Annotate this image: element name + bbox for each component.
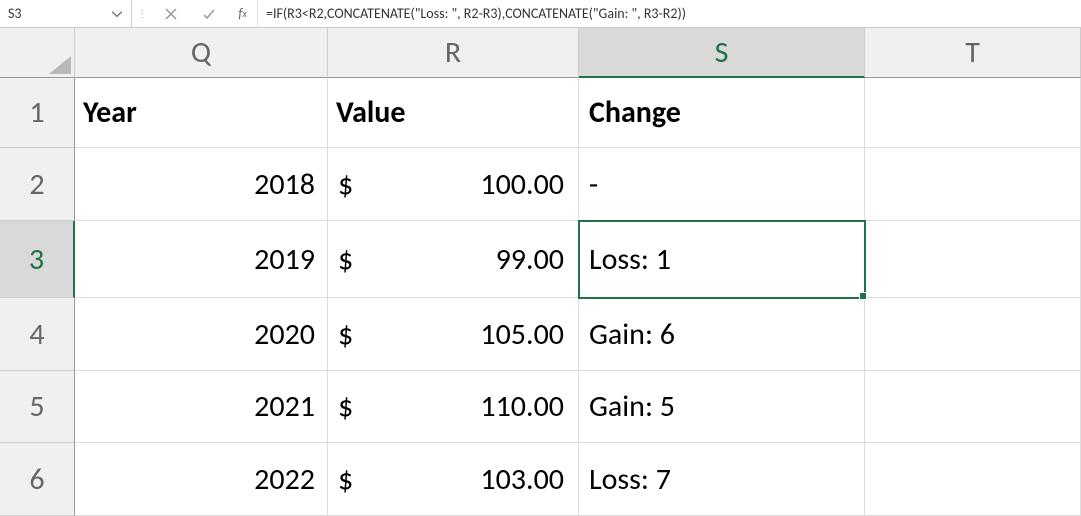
cell-R1[interactable]: Value: [328, 78, 579, 148]
cell-S3[interactable]: Loss: 1: [579, 221, 865, 298]
formula-input[interactable]: =IF(R3<R2,CONCATENATE("Loss: ", R2-R3),C…: [266, 0, 1081, 27]
value-amount: 100.00: [480, 166, 570, 203]
cell-T4[interactable]: [865, 298, 1081, 371]
cell-S6[interactable]: Loss: 7: [579, 443, 865, 516]
col-header-Q[interactable]: Q: [75, 28, 328, 78]
cancel-icon[interactable]: [152, 0, 190, 27]
cell-S2[interactable]: -: [579, 148, 865, 221]
cell-R4[interactable]: $ 105.00: [328, 298, 579, 371]
cell-Q5[interactable]: 2021: [75, 371, 328, 443]
value-amount: 105.00: [480, 316, 570, 353]
name-box[interactable]: S3: [0, 0, 132, 27]
name-box-value: S3: [8, 5, 111, 22]
value-amount: 110.00: [480, 388, 570, 425]
chevron-down-icon: [111, 8, 123, 20]
col-header-S[interactable]: S: [579, 28, 865, 78]
row-header-6[interactable]: 6: [0, 443, 75, 516]
row-header-3[interactable]: 3: [0, 221, 75, 298]
cell-S4[interactable]: Gain: 6: [579, 298, 865, 371]
enter-icon[interactable]: [190, 0, 228, 27]
row-header-2[interactable]: 2: [0, 148, 75, 221]
currency-symbol: $: [336, 166, 353, 203]
cell-S1[interactable]: Change: [579, 78, 865, 148]
cell-T3[interactable]: [865, 221, 1081, 298]
cell-R3[interactable]: $ 99.00: [328, 221, 579, 298]
value-amount: 103.00: [480, 461, 570, 498]
row-header-1[interactable]: 1: [0, 78, 75, 148]
row-header-5[interactable]: 5: [0, 371, 75, 443]
cell-S5[interactable]: Gain: 5: [579, 371, 865, 443]
cell-R2[interactable]: $ 100.00: [328, 148, 579, 221]
value-amount: 99.00: [496, 241, 570, 278]
spreadsheet-grid: Q R S T 1 Year Value Change 2 2018 $ 100…: [0, 28, 1081, 516]
cell-Q1[interactable]: Year: [75, 78, 328, 148]
cell-R6[interactable]: $ 103.00: [328, 443, 579, 516]
row-header-4[interactable]: 4: [0, 298, 75, 371]
fx-icon[interactable]: fx: [228, 0, 258, 27]
col-header-R[interactable]: R: [328, 28, 579, 78]
currency-symbol: $: [336, 461, 353, 498]
currency-symbol: $: [336, 316, 353, 353]
cell-Q3[interactable]: 2019: [75, 221, 328, 298]
select-all-corner[interactable]: [0, 28, 75, 78]
cell-T1[interactable]: [865, 78, 1081, 148]
cell-Q4[interactable]: 2020: [75, 298, 328, 371]
currency-symbol: $: [336, 388, 353, 425]
cell-Q2[interactable]: 2018: [75, 148, 328, 221]
col-header-T[interactable]: T: [865, 28, 1081, 78]
cell-T5[interactable]: [865, 371, 1081, 443]
separator-icon: ⋮: [132, 7, 152, 20]
cell-Q6[interactable]: 2022: [75, 443, 328, 516]
currency-symbol: $: [336, 241, 353, 278]
formula-bar: S3 ⋮ fx =IF(R3<R2,CONCATENATE("Loss: ", …: [0, 0, 1081, 28]
cell-T6[interactable]: [865, 443, 1081, 516]
cell-R5[interactable]: $ 110.00: [328, 371, 579, 443]
cell-T2[interactable]: [865, 148, 1081, 221]
